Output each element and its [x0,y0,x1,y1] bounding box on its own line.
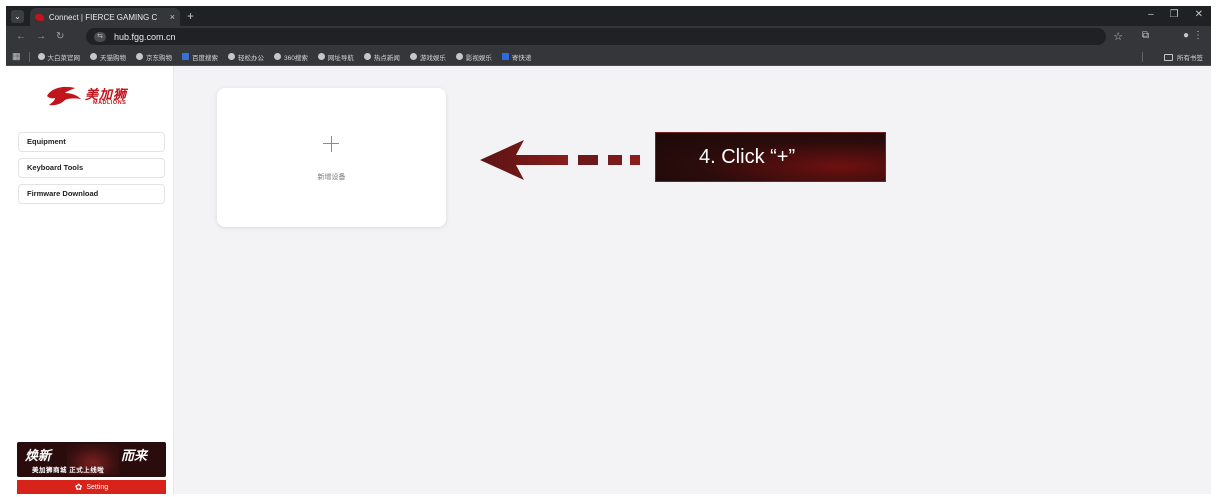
bookmarks-divider [28,51,30,62]
forward-icon[interactable]: → [36,31,46,42]
plus-icon[interactable] [317,130,345,158]
bookmark-item[interactable]: 网址导航 [317,52,354,62]
promo-title-right: 而来 [121,448,148,463]
express-icon [501,53,509,60]
promo-subtitle: 美加狮商城 正式上线啦 [32,467,105,474]
bookmark-item[interactable]: 京东购物 [136,52,172,62]
apps-grid-icon[interactable]: ▦ [12,51,21,62]
globe-icon [228,53,236,60]
add-device-label: 新增设备 [317,174,346,181]
gear-icon: ✿ [74,481,83,492]
bookmark-star-icon[interactable]: ☆ [1113,30,1123,43]
sidebar-item-firmware-download[interactable]: Firmware Download [18,184,165,204]
lion-logo-icon [47,86,81,106]
logo-subtext: MADLIONS [93,100,127,106]
bookmark-item[interactable]: 影视娱乐 [455,52,492,62]
setting-label: Setting [86,483,109,491]
promo-banner[interactable]: 焕新 而来 美加狮商城 正式上线啦 [17,442,166,477]
site-info-icon[interactable]: ⇆ [94,31,106,42]
promo-title-left: 焕新 [25,448,52,463]
setting-button[interactable]: ✿ Setting [17,480,166,494]
globe-icon [455,53,463,60]
sidebar-item-equipment[interactable]: Equipment [18,132,165,152]
bookmarks-divider [1142,52,1143,62]
bookmark-item[interactable]: 百度搜索 [182,52,218,62]
address-bar[interactable]: ⇆ hub.fgg.com.cn [86,28,1106,45]
instruction-callout: 4. Click “+” [655,132,886,182]
globe-icon [37,53,45,60]
screenshot-frame: ⌄ Connect | FIERCE GAMING C × + – ❐ ✕ ← … [6,6,1211,494]
browser-toolbar: ← → ↻ ⇆ hub.fgg.com.cn ☆ ⧉ ● ⋮ [6,26,1211,48]
bookmark-item[interactable]: 轻松办公 [228,52,264,62]
globe-icon [90,53,98,60]
globe-icon [136,53,144,60]
bookmark-item[interactable]: 360搜索 [274,52,308,62]
arrow-left-icon [480,140,640,180]
back-icon[interactable]: ← [16,31,26,42]
reload-icon[interactable]: ↻ [56,31,64,42]
new-tab-button[interactable]: + [187,9,194,23]
tab-search-icon[interactable]: ⌄ [11,10,24,23]
profile-icon[interactable]: ● [1183,30,1189,41]
bookmarks-bar: ▦ 大白菜官网 天猫购物 京东购物 百度搜索 轻松办公 360搜索 网址导航 热… [6,48,1211,66]
globe-icon [274,53,282,60]
bookmark-item[interactable]: 大白菜官网 [37,52,80,62]
minimize-icon[interactable]: – [1148,9,1154,20]
bookmark-item[interactable]: 热点新闻 [363,52,400,62]
baidu-icon [182,53,190,60]
all-bookmarks-button[interactable]: 所有书签 [1164,52,1203,62]
add-device-card[interactable]: 新增设备 [217,88,446,227]
bookmark-item[interactable]: 游戏娱乐 [409,52,446,62]
close-window-icon[interactable]: ✕ [1195,9,1203,20]
globe-icon [409,53,417,60]
restore-icon[interactable]: ❐ [1170,9,1179,20]
madlions-logo: 美加狮 MADLIONS [45,84,145,112]
menu-kebab-icon[interactable]: ⋮ [1193,30,1203,41]
madlions-favicon-icon [35,13,44,21]
bookmark-item[interactable]: 寄快递 [501,52,531,62]
extensions-icon[interactable]: ⧉ [1142,30,1149,41]
window-controls: – ❐ ✕ [1148,9,1203,20]
bookmark-item[interactable]: 天猫购物 [90,52,126,62]
globe-icon [317,53,325,60]
folder-icon [1164,53,1173,61]
url-text[interactable]: hub.fgg.com.cn [114,32,176,42]
sidebar: 美加狮 MADLIONS Equipment Keyboard Tools Fi… [6,66,174,494]
tab-close-icon[interactable]: × [170,12,175,22]
browser-tab-bar: ⌄ Connect | FIERCE GAMING C × + – ❐ ✕ [6,6,1211,26]
sidebar-item-keyboard-tools[interactable]: Keyboard Tools [18,158,165,178]
globe-icon [363,53,371,60]
tab-title: Connect | FIERCE GAMING C [48,12,158,22]
browser-tab[interactable]: Connect | FIERCE GAMING C × [30,8,180,26]
